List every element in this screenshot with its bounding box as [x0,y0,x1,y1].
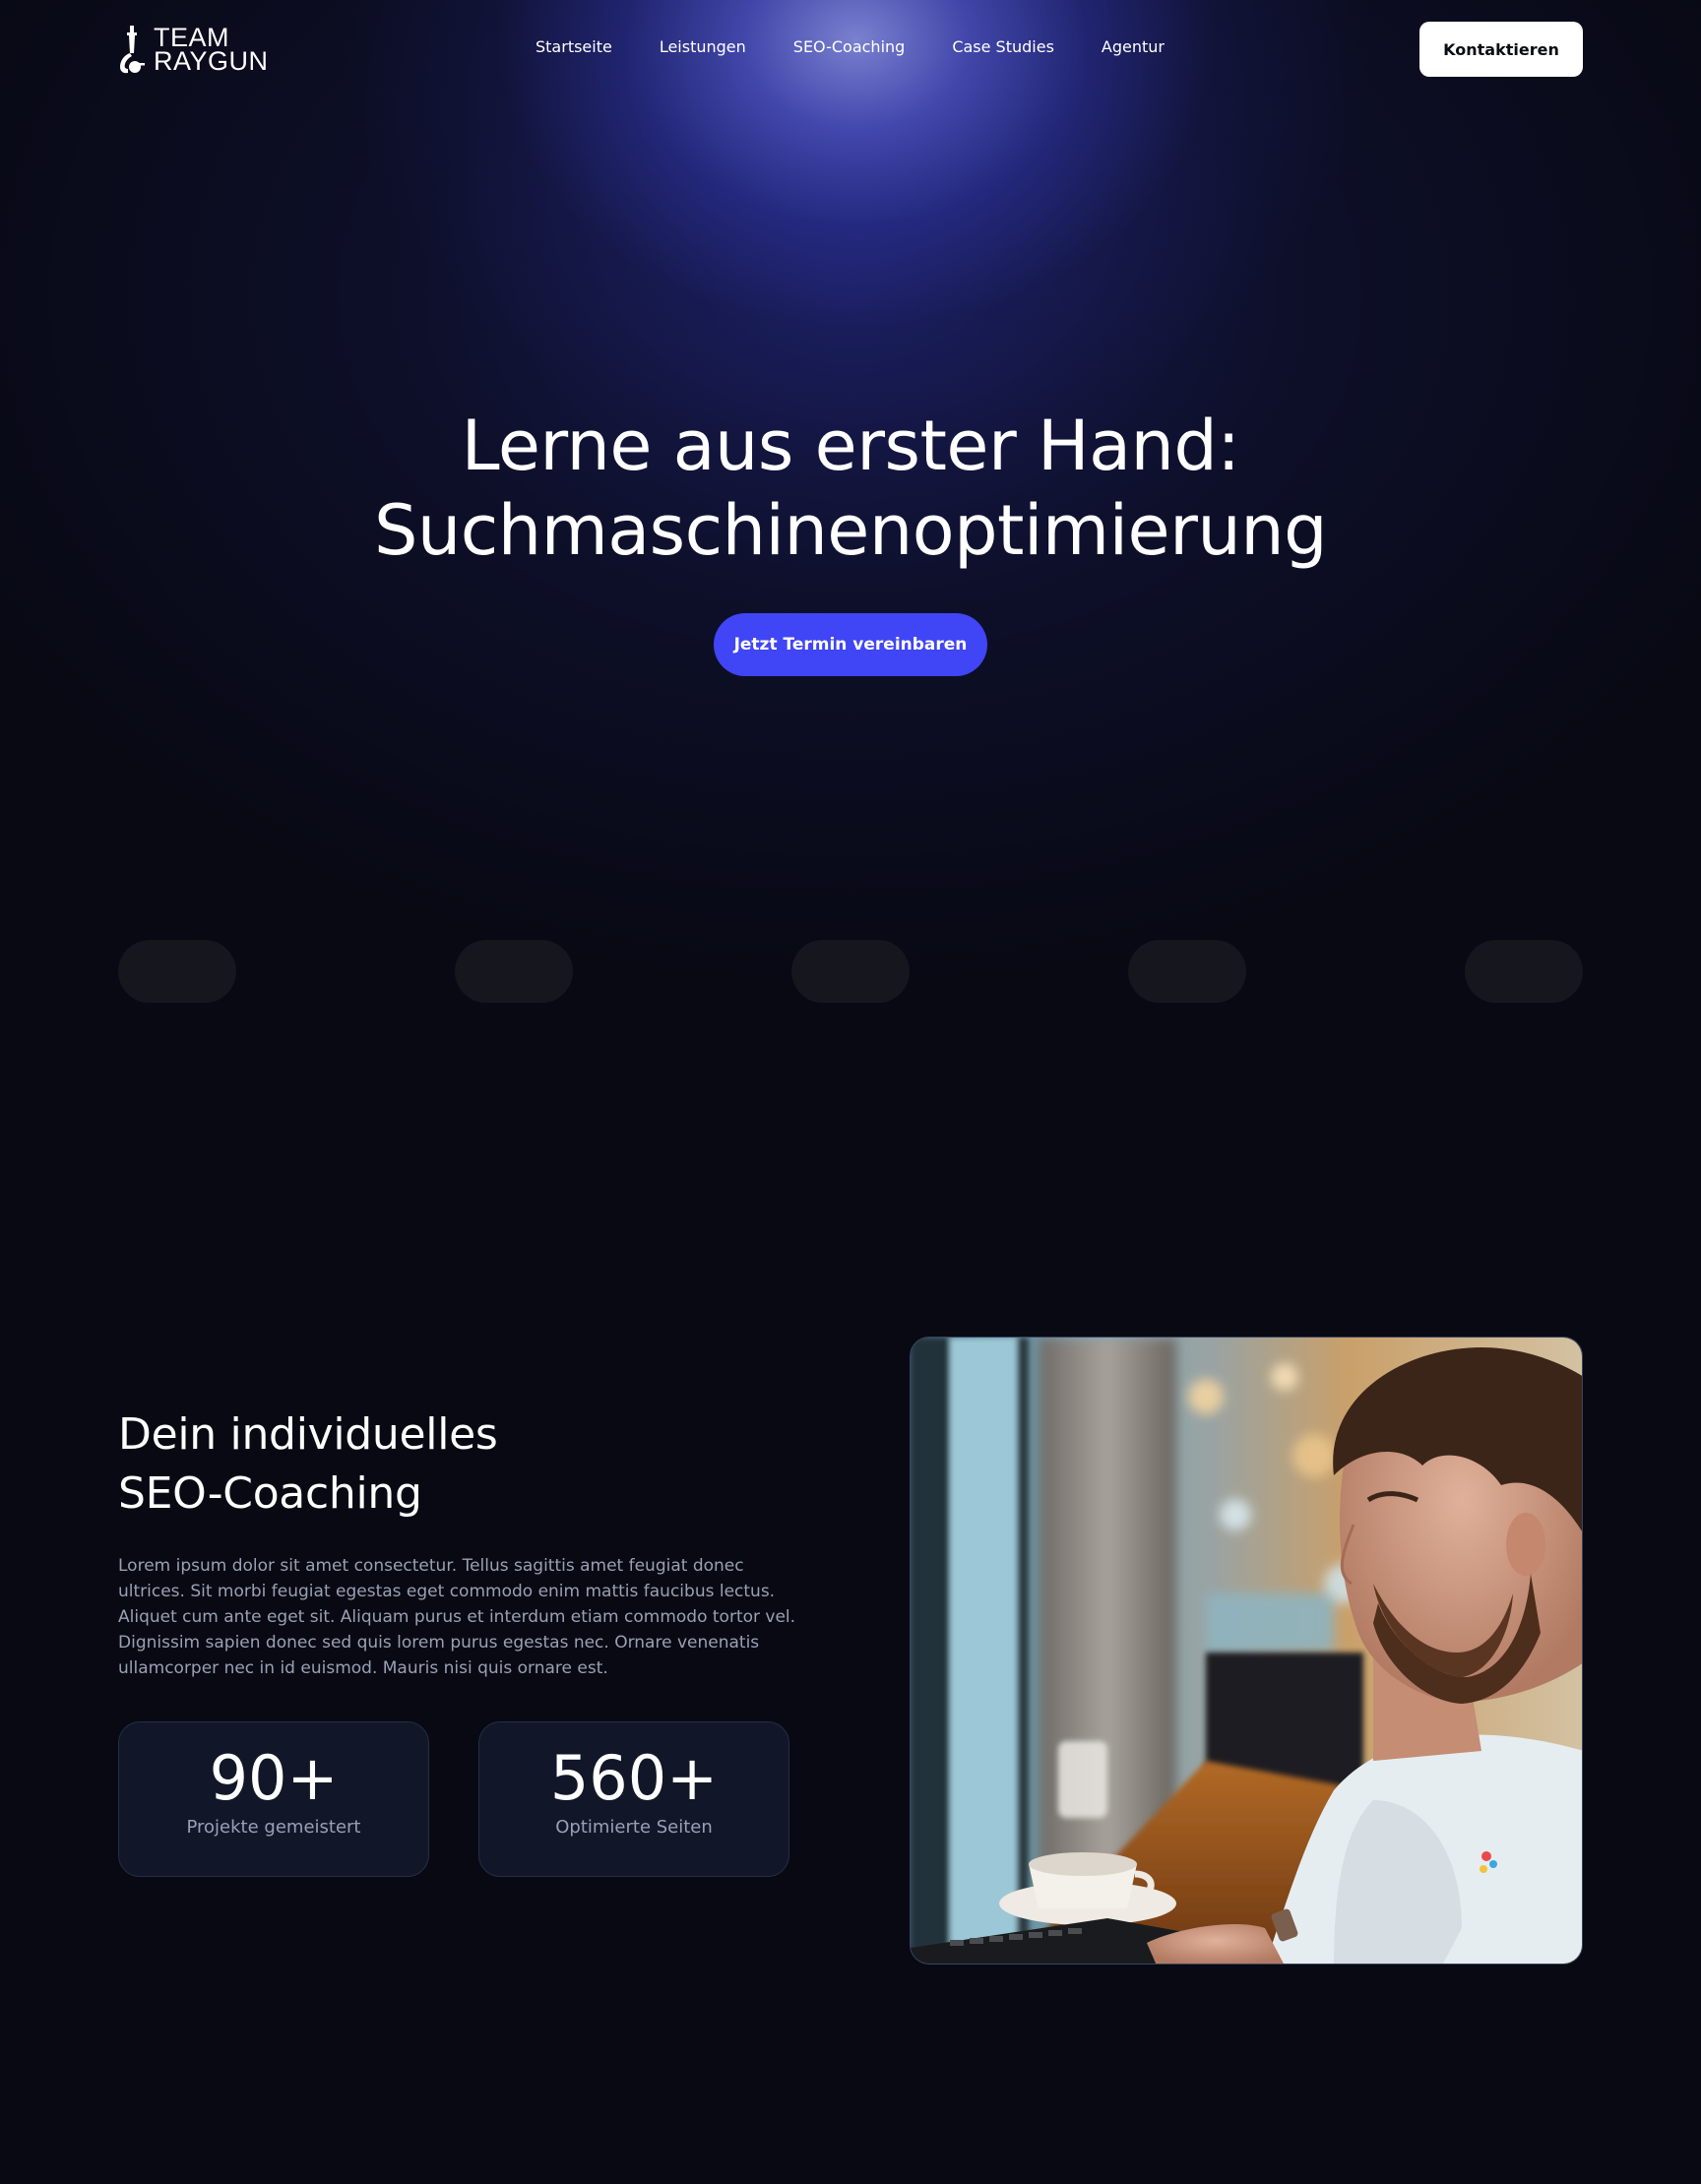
client-logo-strip [118,940,1583,1003]
brand-logo[interactable]: TEAM RAYGUN [118,24,269,75]
coaching-title: Dein individuelles SEO-Coaching [118,1405,498,1524]
nav-link-agentur[interactable]: Agentur [1102,37,1165,56]
client-logo-placeholder [455,940,573,1003]
stat-value: 90+ [209,1742,339,1814]
client-logo-placeholder [1128,940,1246,1003]
raygun-logo-icon [120,26,145,74]
stat-card-projects: 90+ Projekte gemeistert [118,1721,429,1877]
main-menu: Startseite Leistungen SEO-Coaching Case … [536,37,1165,56]
page: TEAM RAYGUN Startseite Leistungen SEO-Co… [0,0,1701,2184]
stat-value: 560+ [549,1742,719,1814]
coaching-photo [910,1337,1583,1965]
book-appointment-button[interactable]: Jetzt Termin vereinbaren [714,613,987,676]
coaching-title-line-1: Dein individuelles [118,1409,498,1460]
hero-title-line-2: Suchmaschinenoptimierung [373,490,1328,571]
nav-link-leistungen[interactable]: Leistungen [660,37,746,56]
brand-line-2: RAYGUN [154,46,269,76]
client-logo-placeholder [1465,940,1583,1003]
nav-link-seo-coaching[interactable]: SEO-Coaching [793,37,906,56]
client-logo-placeholder [791,940,910,1003]
client-logo-placeholder [118,940,236,1003]
hero-title: Lerne aus erster Hand: Suchmaschinenopti… [0,404,1701,573]
top-nav: TEAM RAYGUN Startseite Leistungen SEO-Co… [118,22,1583,77]
stat-label: Optimierte Seiten [555,1817,713,1838]
brand-wordmark: TEAM RAYGUN [154,25,269,76]
coaching-description: Lorem ipsum dolor sit amet consectetur. … [118,1556,796,1678]
man-working-on-laptop-image [911,1338,1582,1964]
coaching-title-line-2: SEO-Coaching [118,1468,422,1519]
stat-card-pages: 560+ Optimierte Seiten [478,1721,789,1877]
nav-link-startseite[interactable]: Startseite [536,37,612,56]
stat-label: Projekte gemeistert [186,1817,361,1838]
contact-button[interactable]: Kontaktieren [1419,22,1583,77]
hero-title-line-1: Lerne aus erster Hand: [461,406,1240,486]
nav-link-case-studies[interactable]: Case Studies [952,37,1054,56]
